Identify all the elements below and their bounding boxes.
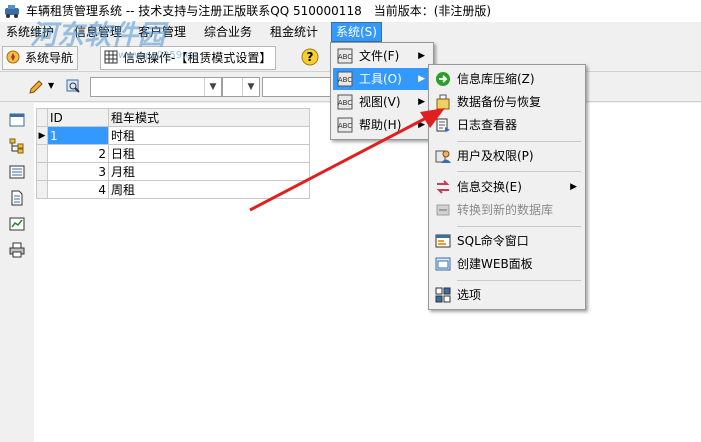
file-icon: ABC bbox=[337, 48, 353, 64]
watermark: 河东软件园 bbox=[30, 20, 165, 51]
document-icon[interactable] bbox=[9, 190, 25, 206]
menu-item-label: 数据备份与恢复 bbox=[457, 95, 542, 109]
watermark-url: www.pc0359.cn bbox=[118, 50, 198, 61]
web-panel-icon bbox=[435, 257, 451, 271]
submenu-arrow-icon: ▶ bbox=[418, 51, 425, 61]
printer-icon[interactable] bbox=[9, 242, 25, 258]
menu-item-label: 转换到新的数据库 bbox=[457, 203, 554, 217]
column-header-id[interactable]: ID bbox=[47, 108, 109, 127]
menu-integrated-business[interactable]: 综合业务 bbox=[200, 22, 256, 42]
chevron-down-icon: ▼ bbox=[204, 78, 221, 96]
grid-icon bbox=[104, 50, 118, 64]
red-arrow-annotation bbox=[249, 108, 445, 212]
list-icon[interactable] bbox=[9, 164, 25, 180]
row-indicator-header bbox=[36, 108, 48, 127]
cell-id[interactable]: 4 bbox=[47, 180, 109, 199]
filter-field-combo[interactable]: ▼ bbox=[90, 77, 222, 97]
menu-item-label: 用户及权限(P) bbox=[457, 149, 534, 163]
green-arrow-icon bbox=[436, 72, 450, 86]
menu-item-label: 选项 bbox=[457, 288, 482, 302]
app-icon bbox=[5, 5, 19, 18]
filter-operator-combo[interactable]: ▼ bbox=[222, 77, 260, 97]
tab-label: 系统导航 bbox=[25, 51, 74, 65]
row-indicator bbox=[36, 162, 48, 181]
help-icon[interactable]: ? bbox=[301, 48, 319, 66]
menu-separator bbox=[457, 280, 581, 281]
cell-id[interactable]: 2 bbox=[47, 144, 109, 163]
menu-item-label: 文件(F) bbox=[359, 49, 400, 63]
current-row-indicator: ▶ bbox=[36, 126, 48, 145]
menu-system[interactable]: 系统(S) bbox=[331, 22, 382, 42]
row-indicator bbox=[36, 180, 48, 199]
menu-item-label: 日志查看器 bbox=[457, 118, 518, 132]
svg-text:?: ? bbox=[307, 50, 314, 64]
options-icon bbox=[435, 287, 451, 303]
window-icon[interactable] bbox=[9, 112, 25, 128]
left-toolbar bbox=[0, 103, 34, 442]
sql-window-icon bbox=[435, 234, 451, 248]
pencil-icon[interactable] bbox=[28, 79, 44, 95]
menu-item-options[interactable]: 选项 bbox=[431, 284, 583, 306]
menu-item-sql-window[interactable]: SQL命令窗口 bbox=[431, 230, 583, 252]
chart-icon[interactable] bbox=[9, 216, 25, 232]
menu-separator bbox=[457, 226, 581, 227]
submenu-arrow-icon: ▶ bbox=[418, 74, 425, 84]
menu-rent-statistics[interactable]: 租金统计 bbox=[266, 22, 322, 42]
menu-item-label: 工具(O) bbox=[359, 72, 402, 86]
menu-separator bbox=[457, 171, 581, 172]
menu-item-web-panel[interactable]: 创建WEB面板 bbox=[431, 253, 583, 275]
menu-item-label: SQL命令窗口 bbox=[457, 234, 529, 248]
menu-item-label: 创建WEB面板 bbox=[457, 257, 533, 271]
submenu-arrow-icon: ▶ bbox=[570, 182, 577, 192]
navigation-icon bbox=[6, 50, 20, 64]
cell-id[interactable]: 3 bbox=[47, 162, 109, 181]
menu-item-compress-db[interactable]: 信息库压缩(Z) bbox=[431, 68, 583, 90]
tree-icon[interactable] bbox=[9, 138, 25, 154]
svg-text:ABC: ABC bbox=[338, 76, 352, 84]
chevron-down-icon[interactable]: ▼ bbox=[48, 81, 54, 90]
svg-text:ABC: ABC bbox=[338, 53, 352, 61]
row-indicator bbox=[36, 144, 48, 163]
tools-icon: ABC bbox=[337, 71, 353, 87]
menu-item-label: 信息库压缩(Z) bbox=[457, 72, 535, 86]
menu-item-tools[interactable]: ABC 工具(O) ▶ bbox=[333, 68, 431, 90]
filter-value-input[interactable] bbox=[262, 77, 334, 97]
chevron-down-icon: ▼ bbox=[242, 78, 259, 96]
menu-item-label: 信息交换(E) bbox=[457, 180, 522, 194]
menu-item-file[interactable]: ABC 文件(F) ▶ bbox=[333, 45, 431, 67]
search-icon[interactable] bbox=[66, 79, 82, 95]
cell-id[interactable]: 1 bbox=[47, 126, 109, 145]
menu-separator bbox=[457, 141, 581, 142]
